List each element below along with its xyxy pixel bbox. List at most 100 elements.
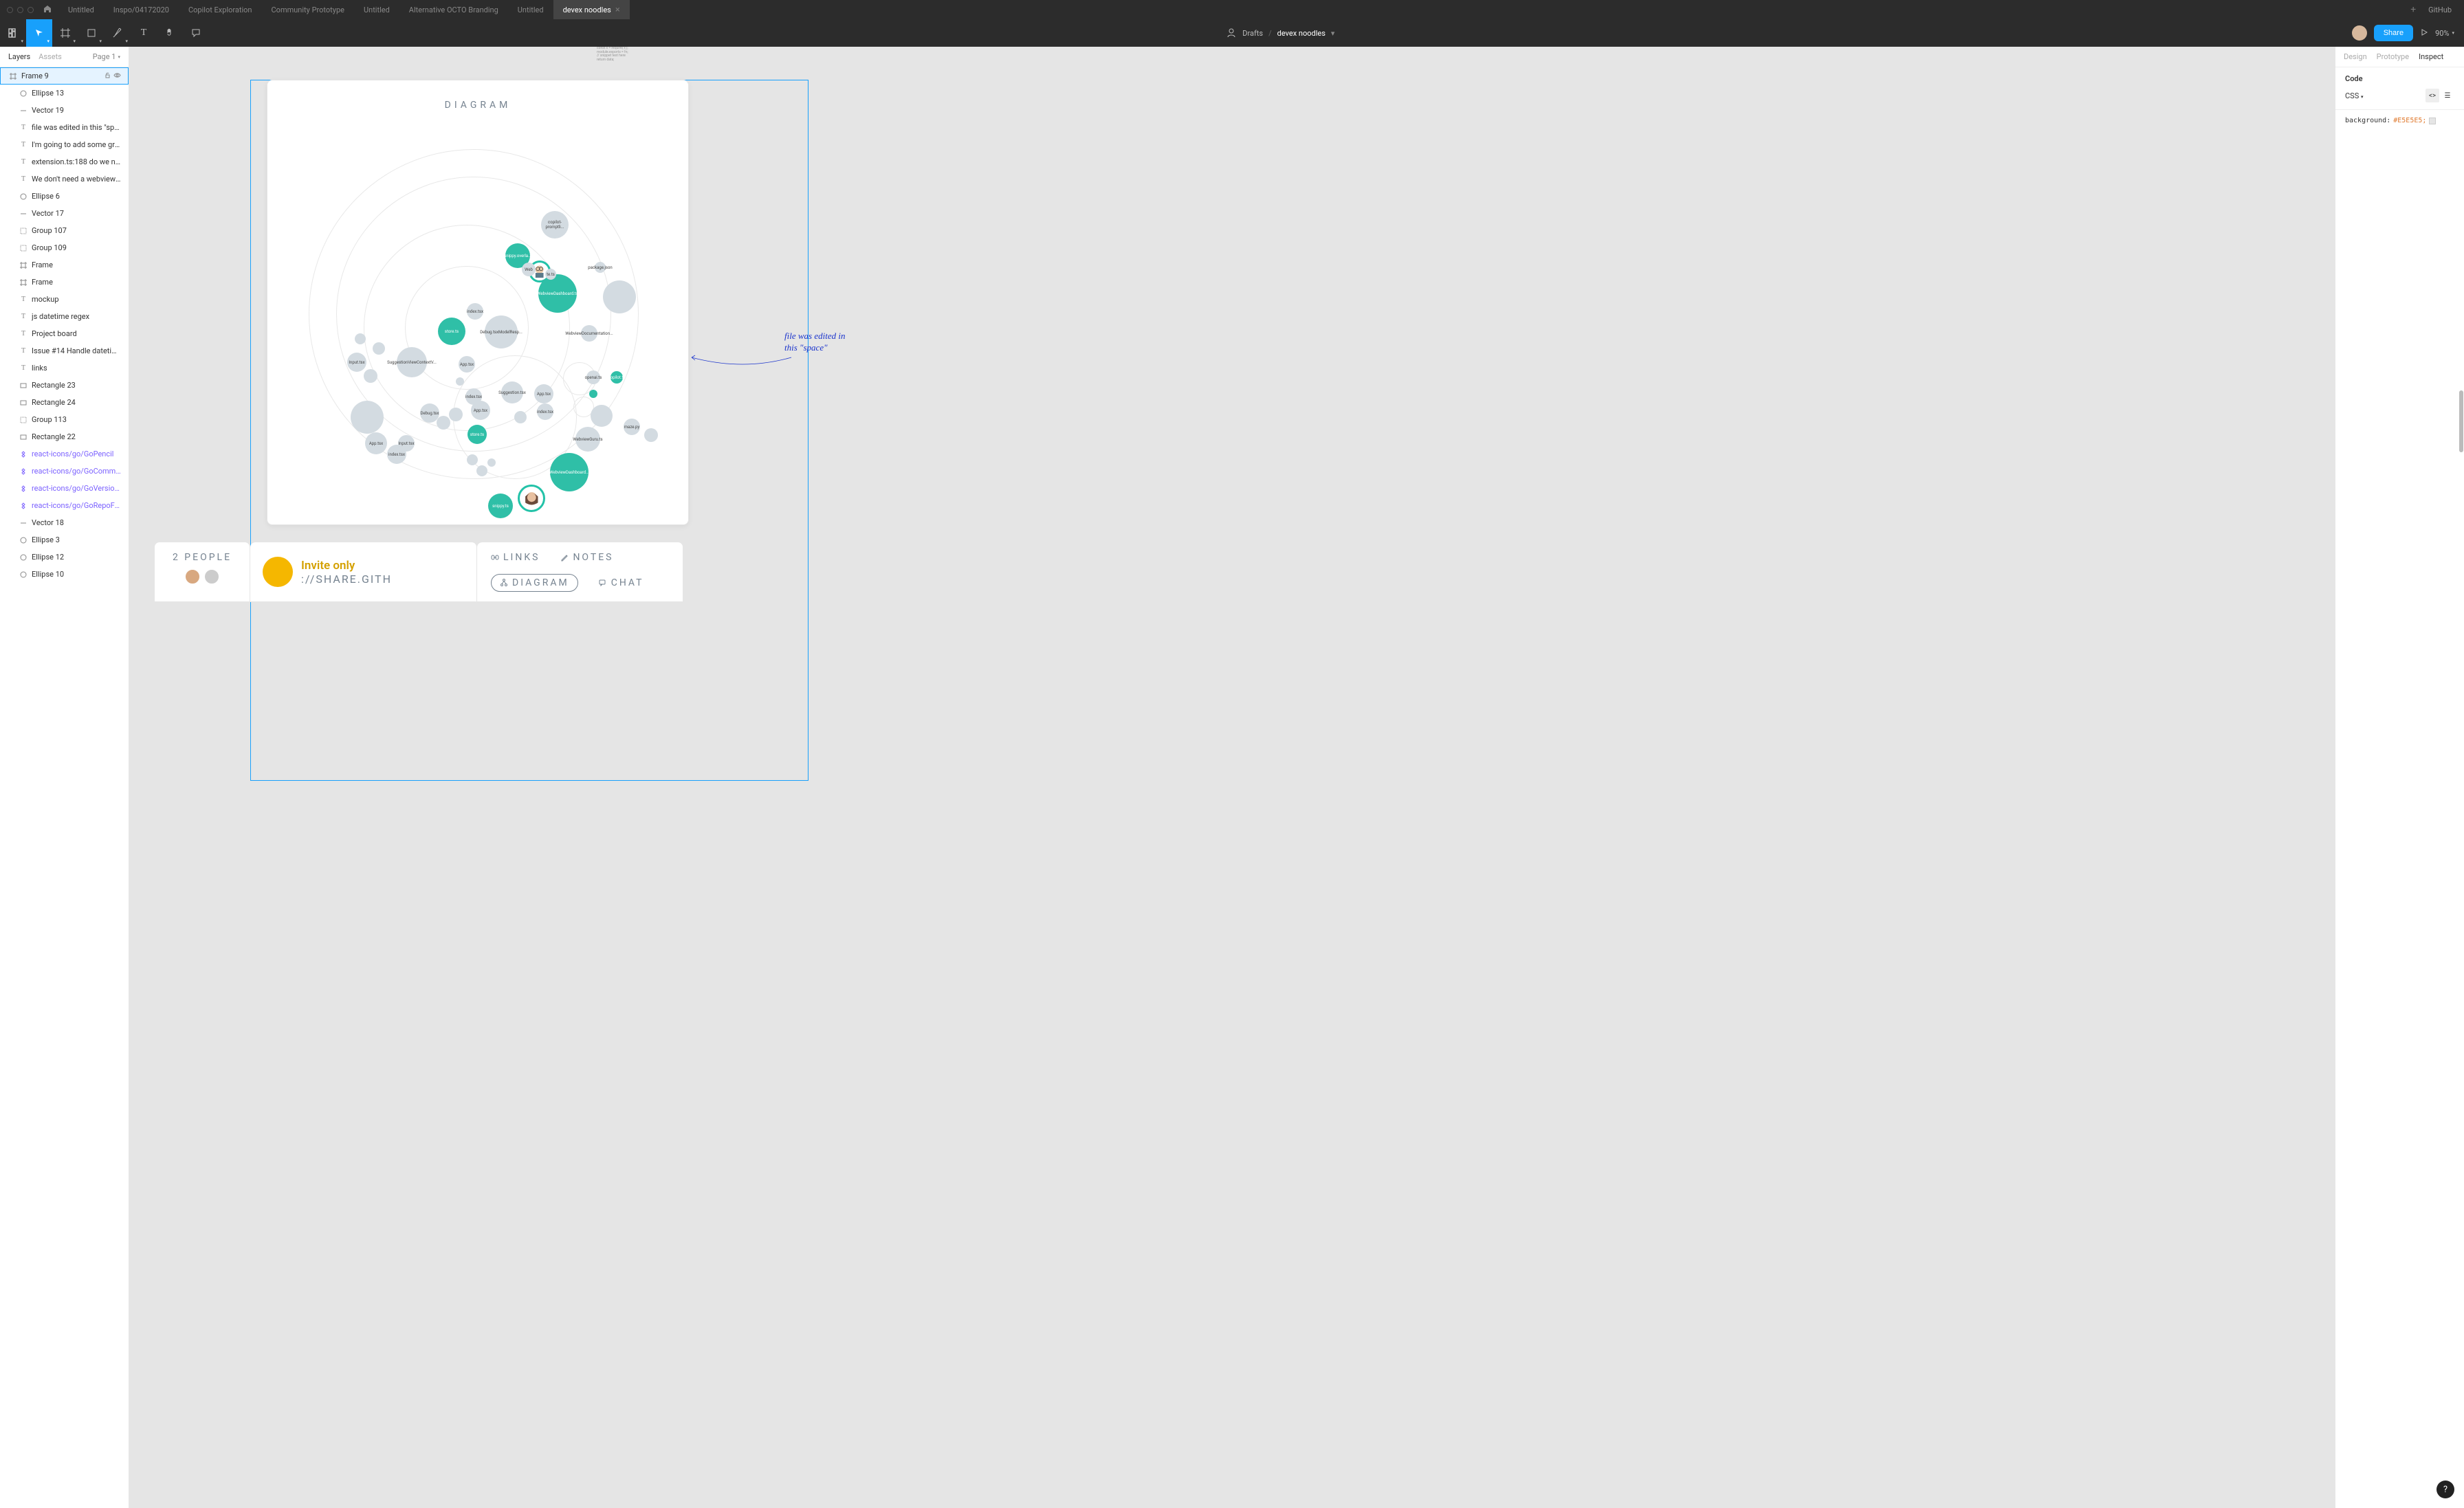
- layer-selected-frame[interactable]: Frame 9: [0, 67, 129, 85]
- shape-tool[interactable]: ▾: [78, 19, 104, 47]
- zoom-control[interactable]: 90%▾: [2435, 29, 2454, 38]
- frame-tool[interactable]: ▾: [52, 19, 78, 47]
- notes-tab[interactable]: NOTES: [560, 552, 613, 563]
- layer-item[interactable]: Ellipse 3: [0, 531, 129, 548]
- group-icon: [19, 245, 28, 252]
- window-controls[interactable]: [7, 7, 34, 13]
- lock-icon[interactable]: [104, 71, 111, 80]
- layer-item[interactable]: Tjs datetime regex: [0, 308, 129, 325]
- assets-tab[interactable]: Assets: [38, 52, 62, 61]
- comment-tool[interactable]: [183, 19, 209, 47]
- design-tab[interactable]: Design: [2344, 52, 2367, 61]
- file-tab[interactable]: Untitled: [58, 0, 104, 19]
- new-tab-button[interactable]: +: [2404, 4, 2423, 15]
- layer-item[interactable]: Vector 18: [0, 514, 129, 531]
- code-view-icon[interactable]: <>: [2426, 89, 2439, 102]
- layers-panel: Layers Assets Page 1▾ Frame 9 Ellipse 13…: [0, 47, 129, 1508]
- layers-tab[interactable]: Layers: [8, 52, 30, 61]
- layer-item[interactable]: Rectangle 24: [0, 394, 129, 411]
- file-tab[interactable]: devex noodles×: [553, 0, 630, 19]
- right-scrollbar[interactable]: [2459, 390, 2463, 452]
- frame-icon: [19, 262, 28, 269]
- layer-item[interactable]: Ellipse 13: [0, 85, 129, 102]
- layer-item[interactable]: Group 109: [0, 239, 129, 256]
- file-bubble: [487, 458, 496, 467]
- file-bubble: App.tsx: [471, 401, 490, 420]
- css-format-select[interactable]: CSS ▾: [2345, 91, 2363, 100]
- minimize-window[interactable]: [17, 7, 23, 13]
- layer-item[interactable]: Group 107: [0, 222, 129, 239]
- hand-tool[interactable]: [157, 19, 183, 47]
- visibility-icon[interactable]: [113, 71, 121, 80]
- file-tab[interactable]: Alternative OCTO Branding: [399, 0, 508, 19]
- breadcrumb-file[interactable]: devex noodles: [1277, 29, 1326, 38]
- file-tab[interactable]: Inspo/04172020: [104, 0, 179, 19]
- text-tool[interactable]: T: [131, 19, 157, 47]
- move-tool[interactable]: ▾: [26, 19, 52, 47]
- inspect-tab[interactable]: Inspect: [2419, 52, 2443, 61]
- home-icon[interactable]: [43, 5, 52, 15]
- pen-tool[interactable]: ▾: [104, 19, 131, 47]
- text-icon: T: [19, 330, 28, 337]
- layer-item[interactable]: Frame: [0, 256, 129, 274]
- person-avatar-2: [204, 568, 220, 585]
- layer-item[interactable]: react-icons/go/GoVersions: [0, 480, 129, 497]
- maximize-window[interactable]: [28, 7, 34, 13]
- links-tab[interactable]: LINKS: [491, 552, 540, 563]
- list-view-icon[interactable]: ☰: [2441, 89, 2454, 102]
- layer-item[interactable]: Tmockup: [0, 291, 129, 308]
- css-output[interactable]: background: #E5E5E5;: [2335, 117, 2464, 124]
- file-bubble: Web: [522, 263, 536, 276]
- breadcrumb-folder[interactable]: Drafts: [1242, 29, 1263, 38]
- layer-item[interactable]: Textension.ts:188 do we need t...: [0, 153, 129, 170]
- file-tab[interactable]: Untitled: [508, 0, 553, 19]
- layer-item[interactable]: Ellipse 10: [0, 566, 129, 583]
- layer-item[interactable]: TIssue #14 Handle datetimes a...: [0, 342, 129, 359]
- text-icon: T: [19, 141, 28, 148]
- diagram-tab-button[interactable]: DIAGRAM: [491, 574, 578, 592]
- file-tab[interactable]: Community Prototype: [262, 0, 354, 19]
- github-link[interactable]: GitHub: [2423, 5, 2457, 14]
- layer-item[interactable]: Rectangle 22: [0, 428, 129, 445]
- layer-item[interactable]: Vector 19: [0, 102, 129, 119]
- chat-tab[interactable]: CHAT: [599, 574, 644, 592]
- layer-item[interactable]: Vector 17: [0, 205, 129, 222]
- nav-card[interactable]: LINKS NOTES DIAGRAM CHAT: [477, 542, 683, 602]
- file-tab[interactable]: Untitled: [354, 0, 399, 19]
- layer-item[interactable]: TProject board: [0, 325, 129, 342]
- annotation-text: file was edited in this "space": [784, 331, 853, 354]
- help-button[interactable]: ?: [2436, 1481, 2454, 1498]
- share-button[interactable]: Share: [2374, 25, 2413, 41]
- main-menu-button[interactable]: ▾: [0, 19, 26, 47]
- layer-item[interactable]: react-icons/go/GoRepoForked: [0, 497, 129, 514]
- close-window[interactable]: [7, 7, 13, 13]
- close-tab-icon[interactable]: ×: [615, 5, 620, 15]
- layer-item[interactable]: TI'm going to add some great i...: [0, 136, 129, 153]
- avatar-bubble-2: [518, 485, 545, 512]
- user-avatar[interactable]: [2352, 25, 2367, 41]
- layer-item[interactable]: Ellipse 6: [0, 188, 129, 205]
- diagram-card[interactable]: DIAGRAM copilot-promptli...snippy.overla…: [267, 80, 689, 525]
- component-icon: [19, 485, 28, 492]
- layer-item[interactable]: Tlinks: [0, 359, 129, 377]
- prototype-tab[interactable]: Prototype: [2377, 52, 2409, 61]
- layer-item[interactable]: react-icons/go/GoCommentDi...: [0, 463, 129, 480]
- invite-card[interactable]: Invite only ://SHARE.GITH: [250, 542, 477, 602]
- text-icon: T: [19, 124, 28, 131]
- frame-icon: [9, 73, 17, 80]
- page-selector[interactable]: Page 1▾: [93, 52, 120, 61]
- people-card[interactable]: 2 PEOPLE: [154, 542, 250, 602]
- person-avatar-1: [184, 568, 201, 585]
- layer-item[interactable]: Group 113: [0, 411, 129, 428]
- canvas[interactable]: const x = require('x');module.exports = …: [129, 47, 2335, 1508]
- file-tab[interactable]: Copilot Exploration: [179, 0, 262, 19]
- present-button[interactable]: [2420, 28, 2428, 38]
- layer-item[interactable]: react-icons/go/GoPencil: [0, 445, 129, 463]
- layer-item[interactable]: Rectangle 23: [0, 377, 129, 394]
- layer-item[interactable]: Ellipse 12: [0, 548, 129, 566]
- layer-item[interactable]: Frame: [0, 274, 129, 291]
- vector-icon: [19, 520, 28, 526]
- file-bubble: [514, 411, 527, 423]
- layer-item[interactable]: Tfile was edited in this "space": [0, 119, 129, 136]
- layer-item[interactable]: TWe don't need a webview for ...: [0, 170, 129, 188]
